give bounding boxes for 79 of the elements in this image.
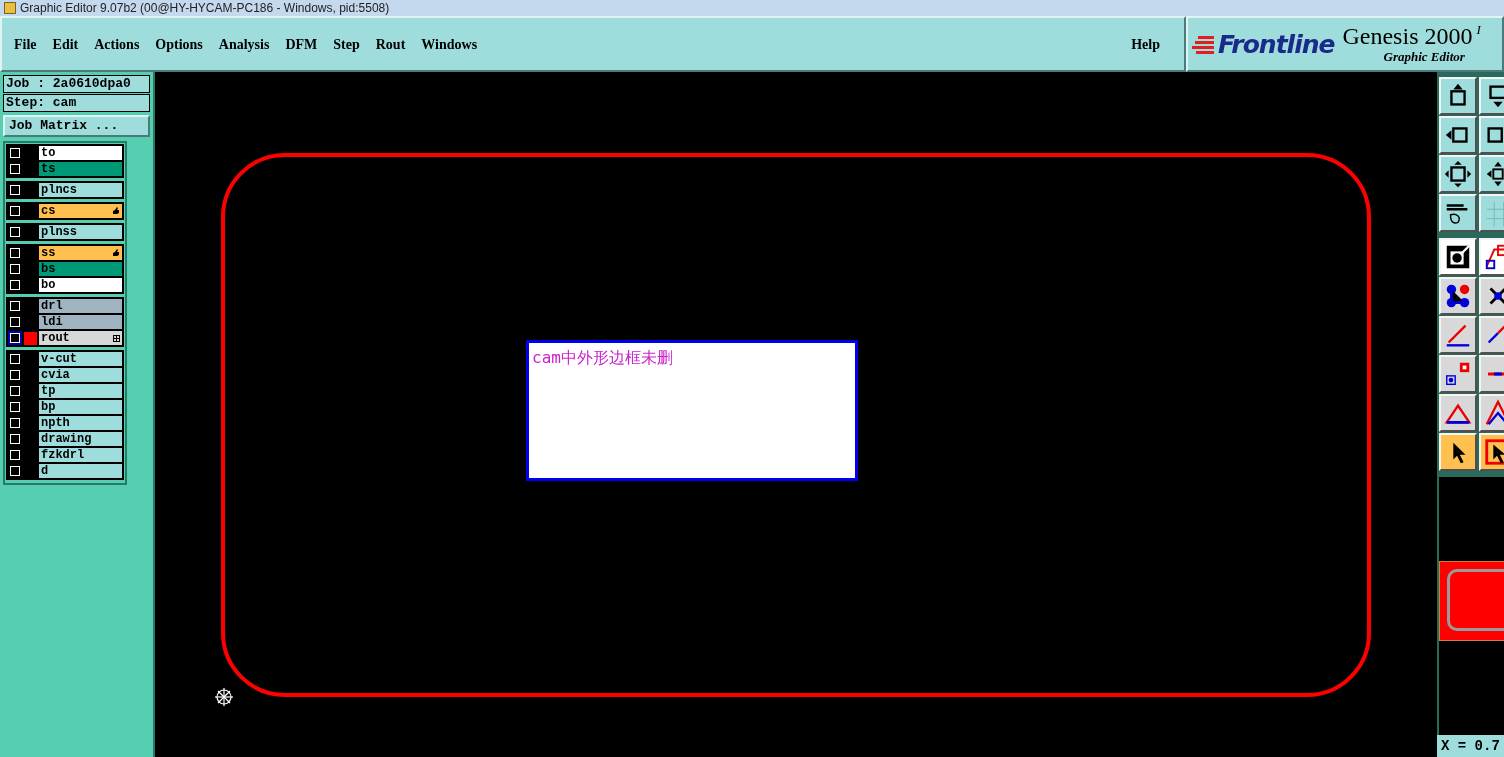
subtitle: Graphic Editor: [1383, 49, 1465, 65]
layer-checkbox[interactable]: [8, 448, 22, 462]
peak-icon: [1483, 398, 1504, 428]
speed-lines-icon: [1192, 34, 1214, 54]
layer-name[interactable]: bo: [39, 278, 122, 292]
note-text: cam中外形边框未删: [532, 348, 673, 367]
layer-name[interactable]: ts: [39, 162, 122, 176]
pointer-tool-button[interactable]: [1439, 433, 1477, 471]
coordinate-readout: X = 0.7: [1437, 735, 1504, 757]
layer-checkbox[interactable]: [8, 162, 22, 176]
menu-item[interactable]: File: [14, 29, 37, 59]
grid-icon: [113, 334, 120, 342]
menu-item[interactable]: Step: [333, 29, 360, 59]
triangle-tool-button[interactable]: [1439, 394, 1477, 432]
layer-checkbox[interactable]: [8, 368, 22, 382]
select-box-icon: [1483, 437, 1504, 467]
edit-shape-icon: [1483, 242, 1504, 272]
move-up-tool-button[interactable]: [1439, 77, 1477, 115]
layer-name[interactable]: fzkdrl: [39, 448, 122, 462]
layer-name[interactable]: bs: [39, 262, 122, 276]
app-icon: [4, 2, 16, 14]
zoom-fit-tool-button[interactable]: [1439, 155, 1477, 193]
layer-checkbox[interactable]: [8, 204, 22, 218]
menu-item[interactable]: Options: [155, 29, 203, 59]
layer-checkbox[interactable]: [8, 384, 22, 398]
help-menu[interactable]: Help: [1123, 29, 1168, 59]
zoom-fit-icon: [1443, 159, 1473, 189]
layer-checkbox[interactable]: [8, 331, 22, 345]
layer-name[interactable]: plnss: [39, 225, 122, 239]
line-icon: [1487, 371, 1504, 377]
product-name: Genesis 2000: [1342, 23, 1473, 49]
move-left-tool-button[interactable]: [1439, 116, 1477, 154]
layer-checkbox[interactable]: [8, 183, 22, 197]
origin-icon: [214, 687, 234, 707]
product-suffix: I: [1476, 23, 1481, 37]
layer-name[interactable]: drawing: [39, 432, 122, 446]
menu-item[interactable]: Windows: [421, 29, 478, 59]
layer-name[interactable]: cvia: [39, 368, 122, 382]
layer-name[interactable]: d: [39, 464, 122, 478]
layer-checkbox[interactable]: [8, 278, 22, 292]
layer-checkbox[interactable]: [8, 225, 22, 239]
layer-checkbox[interactable]: [8, 416, 22, 430]
layer-name[interactable]: drl: [39, 299, 122, 313]
add-pad-tool-button[interactable]: [1439, 355, 1477, 393]
layer-checkbox[interactable]: [8, 246, 22, 260]
layer-name[interactable]: v-cut: [39, 352, 122, 366]
layer-name[interactable]: plncs: [39, 183, 122, 197]
layer-name[interactable]: npth: [39, 416, 122, 430]
step-label: Step: cam: [3, 94, 150, 112]
layer-checkbox[interactable]: [8, 400, 22, 414]
layer-name[interactable]: ldi: [39, 315, 122, 329]
layer-name[interactable]: tp: [39, 384, 122, 398]
logo-text: Frontline: [1218, 31, 1335, 57]
layer-name[interactable]: rout: [39, 331, 122, 345]
menu-item[interactable]: Rout: [375, 29, 406, 59]
draw-line-tool-button[interactable]: [1439, 316, 1477, 354]
snap-tool-button[interactable]: [1439, 238, 1477, 276]
layer-checkbox[interactable]: [8, 352, 22, 366]
menu-item[interactable]: Actions: [94, 29, 140, 59]
layer-name[interactable]: cs: [39, 204, 122, 218]
layer-name[interactable]: bp: [39, 400, 122, 414]
nodes-tool-button[interactable]: [1439, 277, 1477, 315]
layer-checkbox[interactable]: [8, 315, 22, 329]
hand-icon: [112, 249, 120, 257]
layer-checkbox[interactable]: [8, 464, 22, 478]
hand-icon: [112, 207, 120, 215]
job-matrix-button[interactable]: Job Matrix ...: [3, 115, 150, 137]
outline-preview: [1447, 569, 1504, 631]
job-label: Job : 2a0610dpa0: [3, 75, 150, 93]
layer-checkbox[interactable]: [8, 146, 22, 160]
layer-checkbox[interactable]: [8, 262, 22, 276]
menu-item[interactable]: DFM: [285, 29, 318, 59]
menu-item[interactable]: Analysis: [218, 29, 270, 59]
layer-name[interactable]: ss: [39, 246, 122, 260]
menu-item[interactable]: Edit: [52, 29, 79, 59]
layer-checkbox[interactable]: [8, 299, 22, 313]
layer-checkbox[interactable]: [8, 432, 22, 446]
layer-name[interactable]: to: [39, 146, 122, 160]
window-title: Graphic Editor 9.07b2 (00@HY-HYCAM-PC186 - Windows, pid:5508): [20, 1, 390, 15]
